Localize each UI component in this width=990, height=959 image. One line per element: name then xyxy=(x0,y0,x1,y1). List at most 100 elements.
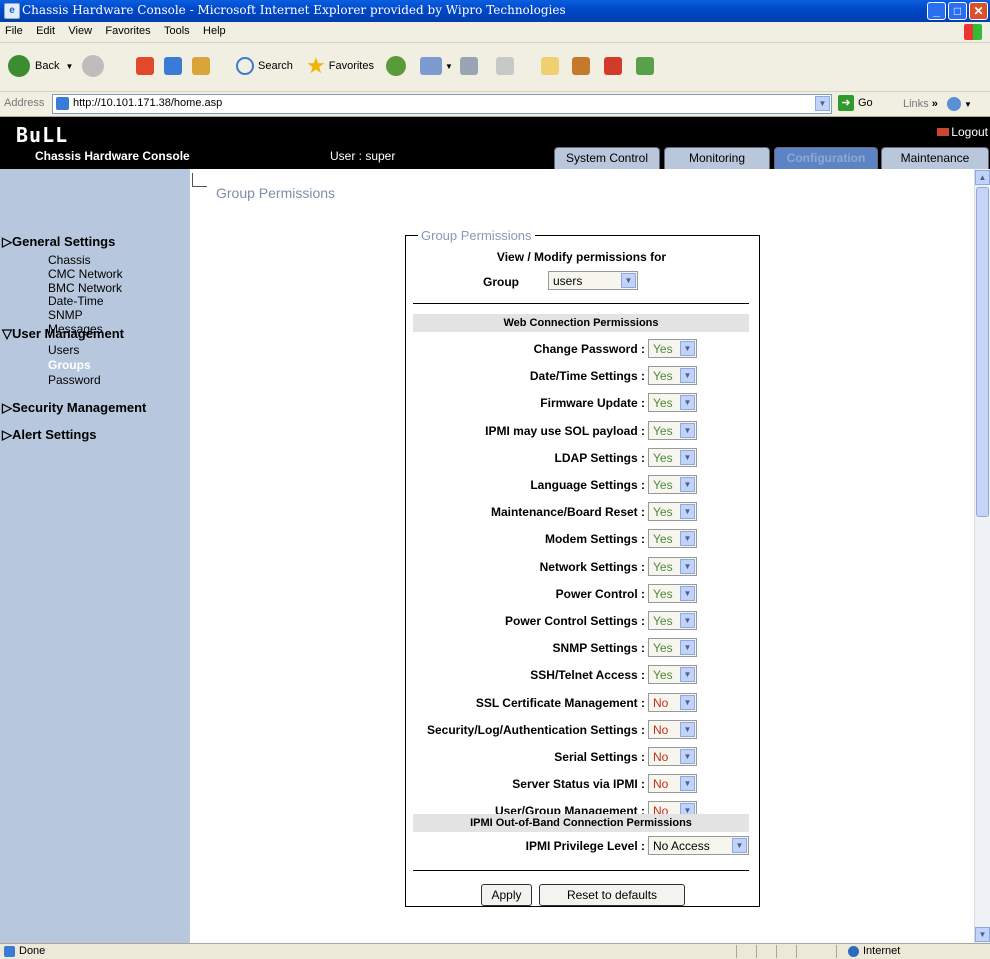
apply-button[interactable]: Apply xyxy=(481,884,532,906)
permission-select[interactable]: Yes ▼ xyxy=(648,421,697,440)
sidebar-section-alert-settings[interactable]: ▷Alert Settings xyxy=(2,427,97,443)
address-dropdown-icon[interactable]: ▼ xyxy=(815,96,830,111)
print-button[interactable] xyxy=(460,54,478,78)
scroll-up-icon[interactable]: ▲ xyxy=(975,170,990,185)
back-button[interactable]: Back ▼ xyxy=(8,54,73,78)
back-dropdown-icon[interactable]: ▼ xyxy=(65,62,73,71)
stop-icon xyxy=(136,57,154,75)
tab-maintenance[interactable]: Maintenance xyxy=(881,147,989,169)
vertical-scrollbar[interactable]: ▲ ▼ xyxy=(974,169,990,943)
permission-select[interactable]: No ▼ xyxy=(648,693,697,712)
permission-value: Yes xyxy=(653,369,673,383)
sidebar-item-snmp[interactable]: SNMP xyxy=(48,308,83,322)
sidebar-section-security-management[interactable]: ▷Security Management xyxy=(2,400,146,416)
minimize-button[interactable]: _ xyxy=(927,2,946,20)
stop-button[interactable] xyxy=(136,54,154,78)
permission-select[interactable]: Yes ▼ xyxy=(648,475,697,494)
title-corner-decoration xyxy=(192,173,207,187)
go-label: Go xyxy=(858,97,873,109)
favorites-label: Favorites xyxy=(328,60,374,72)
edit-button[interactable] xyxy=(496,54,514,78)
refresh-button[interactable] xyxy=(164,54,182,78)
maximize-button[interactable]: □ xyxy=(948,2,967,20)
permission-value: Yes xyxy=(653,451,673,465)
search-button[interactable]: Search xyxy=(236,54,293,78)
go-button[interactable]: ➜ Go xyxy=(838,95,873,111)
extension-dropdown-icon[interactable]: ▼ xyxy=(964,100,972,109)
history-button[interactable] xyxy=(386,54,406,78)
sidebar-section-general-settings[interactable]: ▷General Settings xyxy=(2,234,115,250)
address-input[interactable]: http://10.101.171.38/home.asp ▼ xyxy=(52,94,832,114)
discuss-button[interactable] xyxy=(541,54,559,78)
sidebar-item-password[interactable]: Password xyxy=(48,373,101,387)
permission-select[interactable]: Yes ▼ xyxy=(648,502,697,521)
search-icon xyxy=(236,57,254,75)
scroll-down-icon[interactable]: ▼ xyxy=(975,927,990,942)
sidebar: ▷General Settings Chassis CMC Network BM… xyxy=(0,169,190,943)
sidebar-item-groups[interactable]: Groups xyxy=(48,358,91,372)
permission-select[interactable]: Yes ▼ xyxy=(648,638,697,657)
scrollbar-thumb[interactable] xyxy=(976,187,989,517)
ie-icon: e xyxy=(4,3,20,19)
chevron-down-icon: ▼ xyxy=(680,667,695,682)
permission-select[interactable]: Yes ▼ xyxy=(648,529,697,548)
permission-value: No xyxy=(653,777,669,791)
links-button[interactable]: Links » ▼ xyxy=(903,97,972,111)
sidebar-item-date-time[interactable]: Date-Time xyxy=(48,294,104,308)
globe-icon xyxy=(848,945,859,957)
group-select[interactable]: users ▼ xyxy=(548,271,638,290)
close-button[interactable]: ✕ xyxy=(969,2,988,20)
toolbar-extension-icon[interactable] xyxy=(946,97,961,111)
permission-select[interactable]: Yes ▼ xyxy=(648,339,697,358)
menu-help[interactable]: Help xyxy=(198,22,231,40)
tab-configuration[interactable]: Configuration xyxy=(774,147,878,169)
divider xyxy=(413,303,749,304)
favorites-button[interactable]: ★ Favorites xyxy=(306,54,374,78)
permission-select[interactable]: No ▼ xyxy=(648,747,697,766)
permission-value: Yes xyxy=(653,424,673,438)
menu-view[interactable]: View xyxy=(63,22,97,40)
reset-defaults-button[interactable]: Reset to defaults xyxy=(539,884,685,906)
research-button[interactable] xyxy=(572,54,590,78)
permission-value: Yes xyxy=(653,342,673,356)
permission-select[interactable]: Yes ▼ xyxy=(648,366,697,385)
web-permissions-header: Web Connection Permissions xyxy=(413,314,749,332)
tab-system-control[interactable]: System Control xyxy=(554,147,660,169)
menu-favorites[interactable]: Favorites xyxy=(100,22,155,40)
pdf-button[interactable] xyxy=(604,54,622,78)
mail-dropdown-icon[interactable]: ▼ xyxy=(445,62,453,71)
permission-label: Firmware Update : xyxy=(540,396,645,410)
permission-select[interactable]: Yes ▼ xyxy=(648,611,697,630)
ipmi-privilege-select[interactable]: No Access ▼ xyxy=(648,836,749,855)
home-button[interactable] xyxy=(192,54,210,78)
sidebar-section-label: General Settings xyxy=(12,234,116,249)
permission-value: Yes xyxy=(653,396,673,410)
permission-select[interactable]: No ▼ xyxy=(648,774,697,793)
forward-button[interactable] xyxy=(82,54,104,78)
sidebar-item-chassis[interactable]: Chassis xyxy=(48,253,91,267)
chevron-down-icon: ▼ xyxy=(680,531,695,546)
permission-select[interactable]: Yes ▼ xyxy=(648,448,697,467)
menu-edit[interactable]: Edit xyxy=(31,22,60,40)
sidebar-item-cmc-network[interactable]: CMC Network xyxy=(48,267,123,281)
permission-label: Security/Log/Authentication Settings : xyxy=(426,723,645,737)
permission-select[interactable]: Yes ▼ xyxy=(648,665,697,684)
chevron-down-icon: ▼ xyxy=(680,640,695,655)
permission-label: LDAP Settings : xyxy=(554,451,645,465)
menu-tools[interactable]: Tools xyxy=(159,22,195,40)
menu-file[interactable]: File xyxy=(0,22,28,40)
sidebar-section-user-management[interactable]: ▽User Management xyxy=(2,326,124,342)
messenger-button[interactable] xyxy=(636,54,654,78)
logout-label: Logout xyxy=(951,125,988,139)
tab-monitoring[interactable]: Monitoring xyxy=(664,147,770,169)
logout-link[interactable]: Logout xyxy=(937,125,988,139)
chevron-down-icon: ▼ xyxy=(680,559,695,574)
permission-select[interactable]: No ▼ xyxy=(648,720,697,739)
permission-select[interactable]: Yes ▼ xyxy=(648,393,697,412)
ipmi-privilege-label: IPMI Privilege Level : xyxy=(525,839,645,853)
sidebar-item-bmc-network[interactable]: BMC Network xyxy=(48,281,122,295)
permission-select[interactable]: Yes ▼ xyxy=(648,557,697,576)
mail-button[interactable]: ▼ xyxy=(420,54,453,78)
sidebar-item-users[interactable]: Users xyxy=(48,343,79,357)
permission-select[interactable]: Yes ▼ xyxy=(648,584,697,603)
